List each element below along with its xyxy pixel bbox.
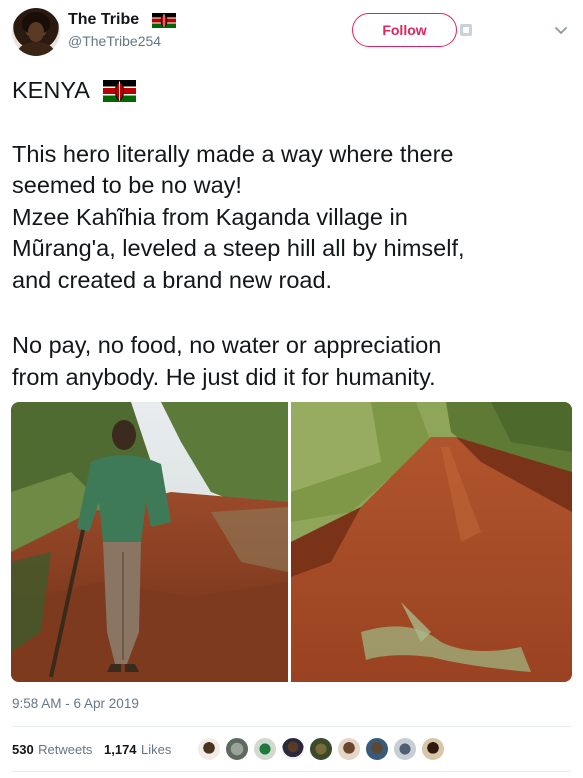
kenya-flag-icon (103, 80, 136, 102)
avatar[interactable] (308, 736, 334, 762)
avatar[interactable] (252, 736, 278, 762)
avatar[interactable] (392, 736, 418, 762)
man-on-hillside-photo[interactable] (11, 402, 288, 682)
avatar[interactable] (196, 736, 222, 762)
avatar[interactable] (12, 8, 60, 56)
avatar[interactable] (336, 736, 362, 762)
chevron-down-icon[interactable] (554, 24, 568, 38)
tweet-media (11, 402, 572, 682)
tweet-header: The Tribe @TheTribe254 Follow (0, 0, 583, 66)
new-road-photo[interactable] (291, 402, 572, 682)
likes-stat[interactable]: 1,174 Likes (104, 741, 171, 759)
kenya-flag-icon (152, 13, 176, 28)
tweet-text-line: This hero literally made a way where the… (12, 141, 454, 167)
tweet-text-line: and created a brand new road. (12, 267, 333, 293)
divider (12, 726, 571, 727)
tweet-text-line: Mũrang'a, leveled a steep hill all by hi… (12, 235, 465, 261)
retweets-count: 530 (12, 742, 34, 757)
retweets-label: Retweets (38, 742, 93, 757)
display-name[interactable]: The Tribe (68, 11, 139, 29)
tweet-text-line: from anybody. He just did it for humanit… (12, 364, 436, 390)
follow-button[interactable]: Follow (352, 13, 457, 47)
likes-count: 1,174 (104, 742, 137, 757)
retweets-stat[interactable]: 530 Retweets (12, 741, 92, 759)
follow-options-icon[interactable] (460, 24, 472, 36)
avatar[interactable] (224, 736, 250, 762)
tweet-text-line: seemed to be no way! (12, 172, 242, 198)
tweet-timestamp[interactable]: 9:58 AM - 6 Apr 2019 (12, 696, 139, 711)
avatar[interactable] (420, 736, 446, 762)
avatar[interactable] (280, 736, 306, 762)
tweet-text-line: No pay, no food, no water or appreciatio… (12, 332, 442, 358)
tweet-text-line: Mzee Kahĩhia from Kaganda village in (12, 204, 408, 230)
avatar[interactable] (364, 736, 390, 762)
divider (12, 771, 571, 772)
user-handle[interactable]: @TheTribe254 (68, 33, 161, 49)
tweet-text-kenya: KENYA (12, 77, 90, 103)
likes-label: Likes (141, 742, 172, 757)
